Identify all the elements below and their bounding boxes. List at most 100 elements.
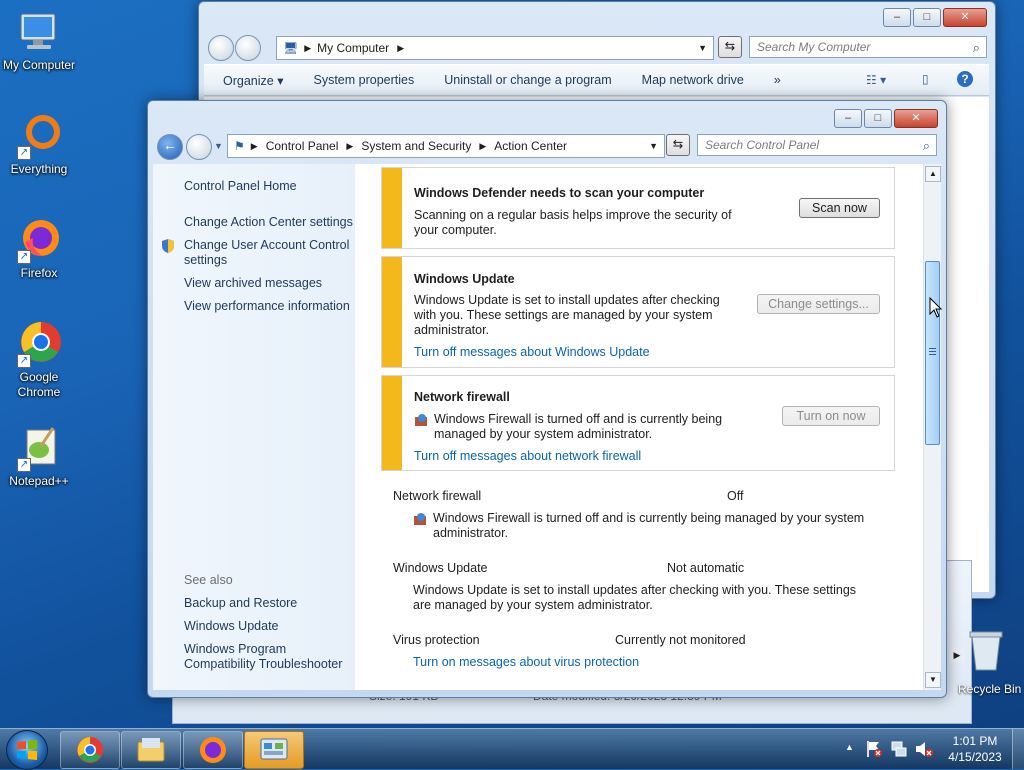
backup-and-restore-link[interactable]: Backup and Restore xyxy=(184,596,297,611)
change-uac-settings-link[interactable]: Change User Account Control settings xyxy=(184,238,352,268)
map-network-drive-button[interactable]: Map network drive xyxy=(642,73,744,87)
desktop-icon-notepadpp[interactable]: ↗ Notepad++ xyxy=(1,424,77,488)
detail-label-windows-update: Windows Update xyxy=(393,561,488,575)
windows-update-alert-text: Windows Update is set to install updates… xyxy=(414,293,720,337)
desktop-icon-firefox[interactable]: ↗ Firefox xyxy=(1,216,77,280)
scroll-down-button[interactable]: ▼ xyxy=(925,672,941,688)
taskbar-explorer-button[interactable] xyxy=(121,731,181,769)
breadcrumb-my-computer[interactable]: My Computer xyxy=(317,41,389,55)
search-icon: ⌕ xyxy=(922,138,930,153)
everything-icon: ↗ xyxy=(15,112,63,160)
see-also-heading: See also xyxy=(184,573,233,587)
refresh-button[interactable]: ⇆ xyxy=(666,134,690,156)
scroll-up-button[interactable]: ▲ xyxy=(925,166,941,182)
breadcrumb-control-panel[interactable]: Control Panel xyxy=(266,139,339,153)
chrome-icon xyxy=(77,737,103,763)
detail-label-network-firewall: Network firewall xyxy=(393,489,482,503)
forward-button[interactable] xyxy=(186,134,212,160)
back-button[interactable] xyxy=(208,35,234,61)
show-hidden-icons-button[interactable]: ▲ xyxy=(845,742,854,752)
command-bar: Organize ▾ System properties Uninstall o… xyxy=(204,64,989,96)
back-button[interactable]: ← xyxy=(157,134,183,160)
change-settings-button[interactable]: Change settings... xyxy=(757,294,880,314)
maximize-button[interactable]: □ xyxy=(864,109,892,128)
desktop-icon-label: Google Chrome xyxy=(17,370,61,399)
change-action-center-settings-link[interactable]: Change Action Center settings xyxy=(184,215,353,230)
help-icon[interactable]: ? xyxy=(957,71,973,87)
shortcut-arrow-icon: ↗ xyxy=(17,146,31,160)
window-controls: – □ ✕ xyxy=(881,8,987,27)
search-input[interactable]: Search My Computer ⌕ xyxy=(749,36,987,58)
forward-button[interactable] xyxy=(235,35,261,61)
chevron-down-icon[interactable]: ▼ xyxy=(649,141,658,151)
organize-menu[interactable]: Organize ▾ xyxy=(223,73,283,88)
turn-on-virus-messages-link[interactable]: Turn on messages about virus protection xyxy=(413,655,639,670)
uac-shield-icon xyxy=(161,238,175,257)
computer-icon xyxy=(15,8,63,56)
computer-small-icon: 🖥 xyxy=(283,41,299,55)
alert-severity-bar xyxy=(382,168,402,248)
refresh-button[interactable]: ⇆ xyxy=(718,36,742,58)
vertical-scrollbar[interactable]: ▲ ▼ xyxy=(923,164,941,690)
compatibility-troubleshooter-link[interactable]: Windows Program Compatibility Troublesho… xyxy=(184,642,349,672)
search-input[interactable]: Search Control Panel ⌕ xyxy=(697,134,937,156)
taskbar-control-panel-button[interactable] xyxy=(244,731,304,769)
more-commands-button[interactable]: » xyxy=(774,73,781,87)
clock-date[interactable]: 4/15/2023 xyxy=(940,750,1010,764)
action-center-window[interactable]: – □ ✕ ← ▼ ⚑ ▶ Control Panel ▶ System and… xyxy=(147,100,947,698)
view-performance-information-link[interactable]: View performance information xyxy=(184,299,350,314)
turn-off-update-messages-link[interactable]: Turn off messages about Windows Update xyxy=(414,345,650,359)
control-panel-home-link[interactable]: Control Panel Home xyxy=(184,179,297,194)
desktop-icon-label: Firefox xyxy=(20,266,58,280)
start-button[interactable] xyxy=(6,730,48,770)
address-bar[interactable]: ⚑ ▶ Control Panel ▶ System and Security … xyxy=(227,134,665,158)
view-options-icon[interactable]: ☷ ▾ xyxy=(866,73,886,87)
windows-logo-icon xyxy=(17,740,37,760)
breadcrumb-action-center[interactable]: Action Center xyxy=(494,139,567,153)
desktop-icon-recycle-bin[interactable]: Recycle Bin xyxy=(958,628,1024,698)
detail-text-network-firewall: Windows Firewall is turned off and is cu… xyxy=(413,511,883,541)
address-bar[interactable]: 🖥 ▶ My Computer ▶ ▼ xyxy=(276,36,714,60)
windows-update-alert-title: Windows Update xyxy=(414,272,515,286)
show-desktop-button[interactable] xyxy=(1012,729,1024,769)
taskbar-chrome-button[interactable] xyxy=(60,731,120,769)
notepadpp-icon: ↗ xyxy=(15,424,63,472)
preview-pane-icon[interactable]: ▯ xyxy=(922,72,929,86)
close-button[interactable]: ✕ xyxy=(943,8,987,27)
volume-muted-icon[interactable] xyxy=(914,740,934,758)
uninstall-program-button[interactable]: Uninstall or change a program xyxy=(444,73,611,87)
network-icon[interactable] xyxy=(890,740,908,758)
recent-pages-icon[interactable]: ▼ xyxy=(214,141,223,151)
taskbar: ▲ 1:01 PM 4/15/2023 xyxy=(0,728,1024,770)
detail-label-virus-protection: Virus protection xyxy=(393,633,480,647)
turn-on-now-button[interactable]: Turn on now xyxy=(782,406,880,426)
maximize-button[interactable]: □ xyxy=(913,8,941,27)
firewall-icon xyxy=(413,512,428,530)
search-icon: ⌕ xyxy=(972,40,980,55)
minimize-button[interactable]: – xyxy=(834,109,862,128)
desktop-icon-everything[interactable]: ↗ Everything xyxy=(1,112,77,176)
action-center-flag-icon[interactable] xyxy=(866,740,882,758)
chrome-icon: ↗ xyxy=(15,320,63,368)
main-content: Windows Defender needs to scan your comp… xyxy=(355,164,923,690)
desktop-icon-label: Recycle Bin xyxy=(958,682,1022,696)
defender-alert-card: Windows Defender needs to scan your comp… xyxy=(381,167,895,249)
scan-now-button[interactable]: Scan now xyxy=(799,198,880,218)
windows-update-link[interactable]: Windows Update xyxy=(184,619,279,634)
taskbar-firefox-button[interactable] xyxy=(183,731,243,769)
desktop-icon-chrome[interactable]: ↗ Google Chrome xyxy=(1,320,77,400)
minimize-button[interactable]: – xyxy=(883,8,911,27)
clock-time[interactable]: 1:01 PM xyxy=(940,734,1010,748)
firewall-alert-card: Network firewall Windows Firewall is tur… xyxy=(381,375,895,471)
system-properties-button[interactable]: System properties xyxy=(313,73,414,87)
chevron-down-icon[interactable]: ▼ xyxy=(698,43,707,53)
desktop-icon-my-computer[interactable]: My Computer xyxy=(1,8,77,72)
view-archived-messages-link[interactable]: View archived messages xyxy=(184,276,322,291)
desktop-icon-label: Notepad++ xyxy=(9,474,69,488)
close-button[interactable]: ✕ xyxy=(894,109,938,128)
alert-severity-bar xyxy=(382,257,402,367)
breadcrumb-system-security[interactable]: System and Security xyxy=(361,139,471,153)
firewall-alert-text-row: Windows Firewall is turned off and is cu… xyxy=(414,412,774,442)
scroll-thumb[interactable] xyxy=(925,261,940,445)
turn-off-firewall-messages-link[interactable]: Turn off messages about network firewall xyxy=(414,449,641,463)
